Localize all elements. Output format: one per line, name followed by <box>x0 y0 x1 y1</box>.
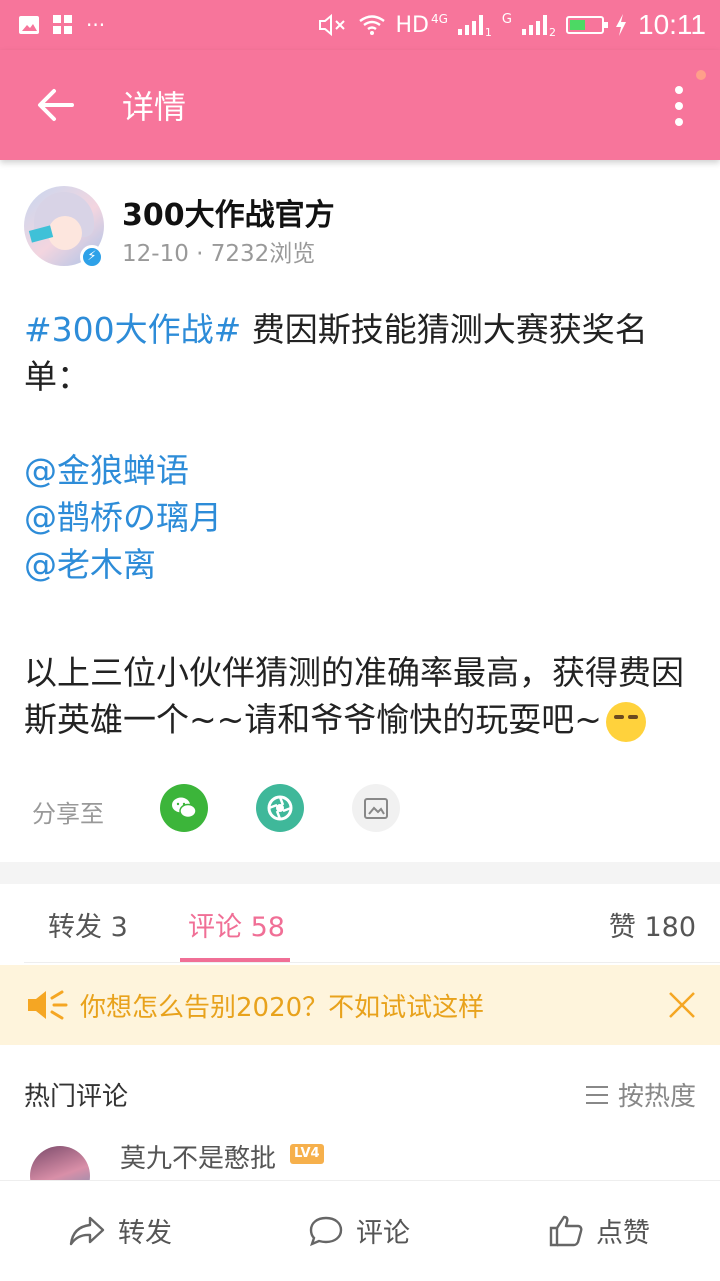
hot-comments-title: 热门评论 <box>24 1082 129 1112</box>
image-notification-icon <box>19 16 39 34</box>
tab-forward[interactable]: 转发 3 <box>48 905 128 944</box>
sort-icon <box>585 1085 608 1104</box>
topic-link[interactable]: #300大作战# <box>24 310 241 349</box>
forward-label: 转发 <box>118 1218 172 1249</box>
post-meta: 12-10 · 7232浏览 <box>122 241 316 267</box>
sim2-label: 2 <box>549 25 556 39</box>
sim2-generation: G <box>501 11 512 27</box>
sim1-label: 1 <box>484 25 492 39</box>
notice-text[interactable]: 你想怎么告别2020？不如试试这样 <box>80 987 484 1024</box>
signal-sim2-icon <box>522 15 547 35</box>
post-closing: 以上三位小伙伴猜测的准确率最高，获得费因斯英雄一个~~请和爷爷愉快的玩耍吧~ <box>24 653 684 739</box>
image-frame-icon <box>364 798 388 819</box>
battery-icon <box>566 16 608 34</box>
moments-icon <box>267 795 293 821</box>
active-tab-indicator <box>180 958 290 962</box>
tab-comment[interactable]: 评论 58 <box>188 905 285 944</box>
page-title: 详情 <box>122 88 187 126</box>
notice-banner[interactable]: 你想怎么告别2020？不如试试这样 <box>0 965 720 1045</box>
status-bar: ··· HD 4G 1 G 2 10:11 <box>0 0 720 50</box>
moments-share-button[interactable] <box>256 784 304 832</box>
share-label: 分享至 <box>32 800 104 828</box>
speaker-icon <box>28 990 68 1020</box>
wechat-icon <box>172 797 197 819</box>
level-badge: LV4 <box>290 1144 324 1164</box>
smug-emoji-icon <box>605 701 646 742</box>
mute-icon <box>318 13 345 37</box>
mention-link[interactable]: @鹊桥の璃月 <box>24 498 222 537</box>
back-arrow-icon[interactable] <box>36 85 76 125</box>
notification-dot <box>696 70 706 80</box>
comment-icon <box>309 1216 343 1246</box>
like-button[interactable]: 点赞 <box>548 1211 650 1250</box>
thumbs-up-icon <box>549 1215 583 1246</box>
comment-button[interactable]: 评论 <box>308 1211 410 1250</box>
tab-like[interactable]: 赞 180 <box>609 905 696 944</box>
mention-link[interactable]: @金狼蝉语 <box>24 451 189 490</box>
wifi-icon <box>358 15 385 35</box>
app-bar: 详情 <box>0 50 720 160</box>
post-content: #300大作战# 费因斯技能猜测大赛获奖名单： @金狼蝉语 @鹊桥の璃月 @老木… <box>24 306 700 743</box>
more-notifications-icon: ··· <box>86 13 106 37</box>
section-divider <box>0 862 720 884</box>
commenter-name[interactable]: 莫九不是憨批 <box>120 1138 276 1175</box>
network-generation: 4G <box>430 12 448 26</box>
mention-link[interactable]: @老木离 <box>24 545 156 584</box>
tab-bar-separator <box>24 962 720 963</box>
charging-icon <box>616 14 626 36</box>
author-name[interactable]: 300大作战官方 <box>122 190 335 234</box>
signal-sim1-icon <box>457 15 483 35</box>
close-icon[interactable] <box>664 987 700 1023</box>
sort-label: 按热度 <box>617 1082 696 1112</box>
network-type: HD <box>395 12 429 38</box>
verified-badge-icon: ⚡ <box>80 245 104 269</box>
bottom-action-bar: 转发 评论 点赞 <box>0 1180 720 1281</box>
save-image-share-button[interactable] <box>352 784 400 832</box>
more-menu-icon[interactable] <box>674 86 684 126</box>
sort-button[interactable]: 按热度 <box>585 1076 696 1113</box>
like-label: 点赞 <box>596 1218 650 1249</box>
comment-label: 评论 <box>356 1218 410 1249</box>
forward-button[interactable]: 转发 <box>68 1211 172 1250</box>
clock: 10:11 <box>638 9 706 40</box>
forward-icon <box>69 1216 105 1245</box>
wechat-share-button[interactable] <box>160 784 208 832</box>
app-grid-notification-icon <box>53 15 72 34</box>
